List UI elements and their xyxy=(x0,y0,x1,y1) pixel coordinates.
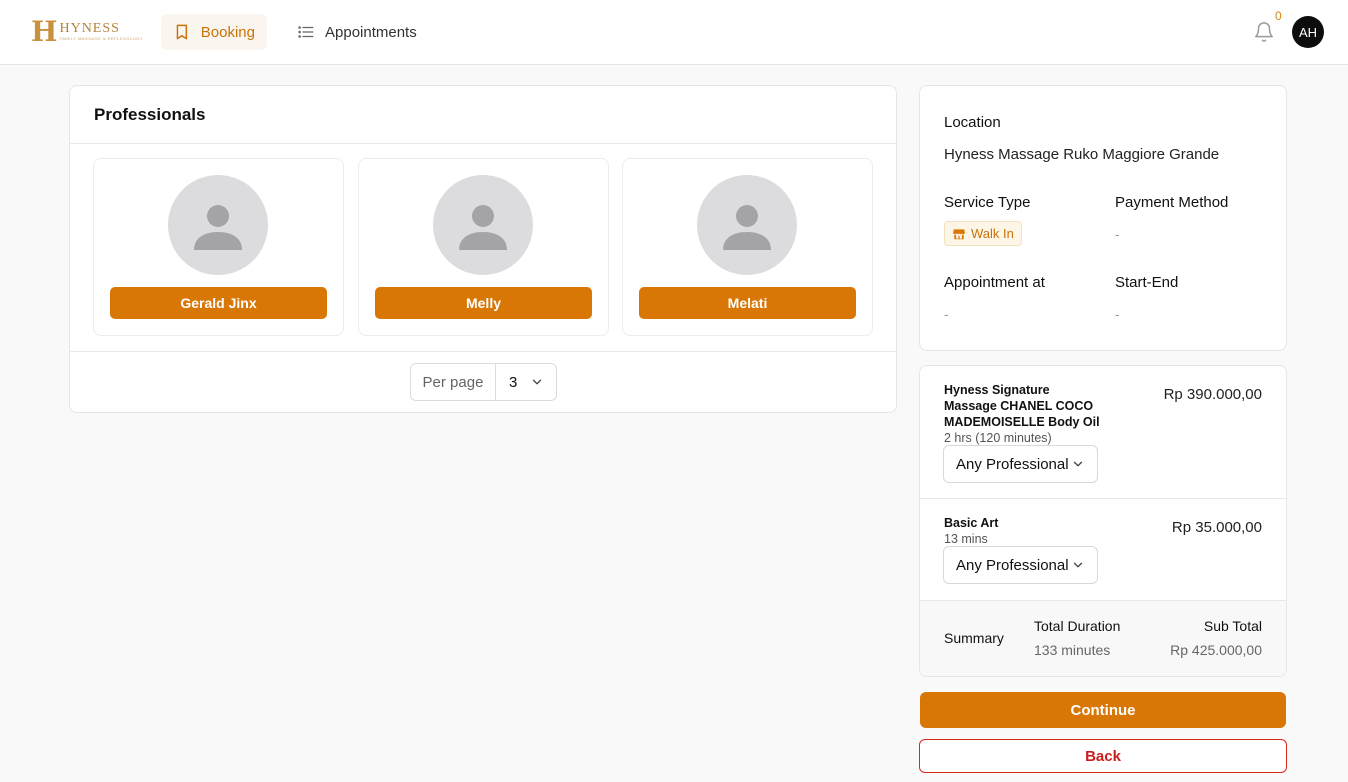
appointment-label: Appointment at xyxy=(944,274,1045,291)
professionals-title: Professionals xyxy=(94,105,206,124)
professional-card[interactable]: Melly xyxy=(358,158,609,336)
service-price: Rp 35.000,00 xyxy=(1171,519,1262,536)
professional-select-value: Any Professional xyxy=(956,455,1069,473)
total-duration-value: 133 minutes xyxy=(1034,642,1111,658)
selected-services-card: Hyness Signature Massage CHANEL COCO MAD… xyxy=(919,365,1287,677)
nav-tab-booking[interactable]: Booking xyxy=(161,14,267,50)
per-page-label: Per page xyxy=(411,364,496,400)
continue-button[interactable]: Continue xyxy=(920,692,1286,728)
booking-info-card: Location Hyness Massage Ruko Maggiore Gr… xyxy=(919,85,1287,351)
start-end-label: Start-End xyxy=(1115,274,1179,291)
avatar-placeholder-icon xyxy=(168,175,268,275)
logo-mark: H xyxy=(31,15,58,48)
professional-select[interactable]: Any Professional xyxy=(943,546,1098,584)
bookmark-icon xyxy=(176,24,188,40)
avatar-placeholder-icon xyxy=(697,175,797,275)
user-avatar[interactable]: AH xyxy=(1292,16,1324,48)
service-price: Rp 390.000,00 xyxy=(1163,386,1262,403)
per-page-value: 3 xyxy=(509,373,518,391)
chevron-down-icon xyxy=(1073,562,1083,568)
select-professional-button[interactable]: Melly xyxy=(375,287,592,319)
back-button[interactable]: Back xyxy=(919,739,1287,773)
professional-card[interactable]: Melati xyxy=(622,158,873,336)
payment-method-value: - xyxy=(1115,226,1120,242)
service-type-badge: Walk In xyxy=(944,221,1022,246)
location-value: Hyness Massage Ruko Maggiore Grande xyxy=(944,146,1220,163)
top-bar: H HYNESS FAMILY MASSAGE & REFLEXOLOGY Bo… xyxy=(0,0,1348,65)
service-type-label: Service Type xyxy=(944,194,1031,211)
divider xyxy=(70,351,896,352)
notification-count-badge: 0 xyxy=(1275,9,1282,23)
store-icon xyxy=(953,228,965,239)
select-professional-button[interactable]: Melati xyxy=(639,287,856,319)
per-page-control: Per page 3 xyxy=(410,363,557,401)
select-professional-button[interactable]: Gerald Jinx xyxy=(110,287,327,319)
nav-tab-appointments[interactable]: Appointments xyxy=(285,14,429,50)
service-name: Basic Art xyxy=(944,516,999,530)
chevron-down-icon xyxy=(532,379,542,385)
professional-card[interactable]: Gerald Jinx xyxy=(93,158,344,336)
divider xyxy=(70,143,896,144)
professional-select-value: Any Professional xyxy=(956,556,1069,574)
start-end-value: - xyxy=(1115,306,1120,322)
divider xyxy=(920,498,1286,499)
service-duration: 13 mins xyxy=(944,532,988,546)
total-duration-label: Total Duration xyxy=(1034,618,1121,634)
sub-total-value: Rp 425.000,00 xyxy=(1170,642,1262,658)
sub-total-label: Sub Total xyxy=(1203,618,1262,634)
nav-tab-label: Appointments xyxy=(325,23,417,41)
professional-select[interactable]: Any Professional xyxy=(943,445,1098,483)
appointment-value: - xyxy=(944,306,949,322)
summary-section: Summary Total Duration 133 minutes Sub T… xyxy=(920,600,1286,676)
list-icon xyxy=(298,26,314,38)
logo-subtitle: FAMILY MASSAGE & REFLEXOLOGY xyxy=(59,36,143,41)
service-type-value: Walk In xyxy=(971,226,1014,241)
per-page-select[interactable]: 3 xyxy=(496,364,556,400)
avatar-placeholder-icon xyxy=(433,175,533,275)
professionals-card: Professionals Gerald Jinx Melly Melati P… xyxy=(69,85,897,413)
service-name: Hyness Signature Massage CHANEL COCO MAD… xyxy=(944,383,1100,429)
hyness-logo[interactable]: H HYNESS FAMILY MASSAGE & REFLEXOLOGY xyxy=(31,18,143,46)
logo-name: HYNESS xyxy=(59,21,120,36)
chevron-down-icon xyxy=(1073,461,1083,467)
bell-icon[interactable] xyxy=(1253,21,1275,43)
location-label: Location xyxy=(944,114,1001,131)
summary-label: Summary xyxy=(944,630,1004,646)
nav-tab-label: Booking xyxy=(200,23,255,41)
payment-method-label: Payment Method xyxy=(1115,194,1229,211)
service-duration: 2 hrs (120 minutes) xyxy=(944,431,1052,445)
